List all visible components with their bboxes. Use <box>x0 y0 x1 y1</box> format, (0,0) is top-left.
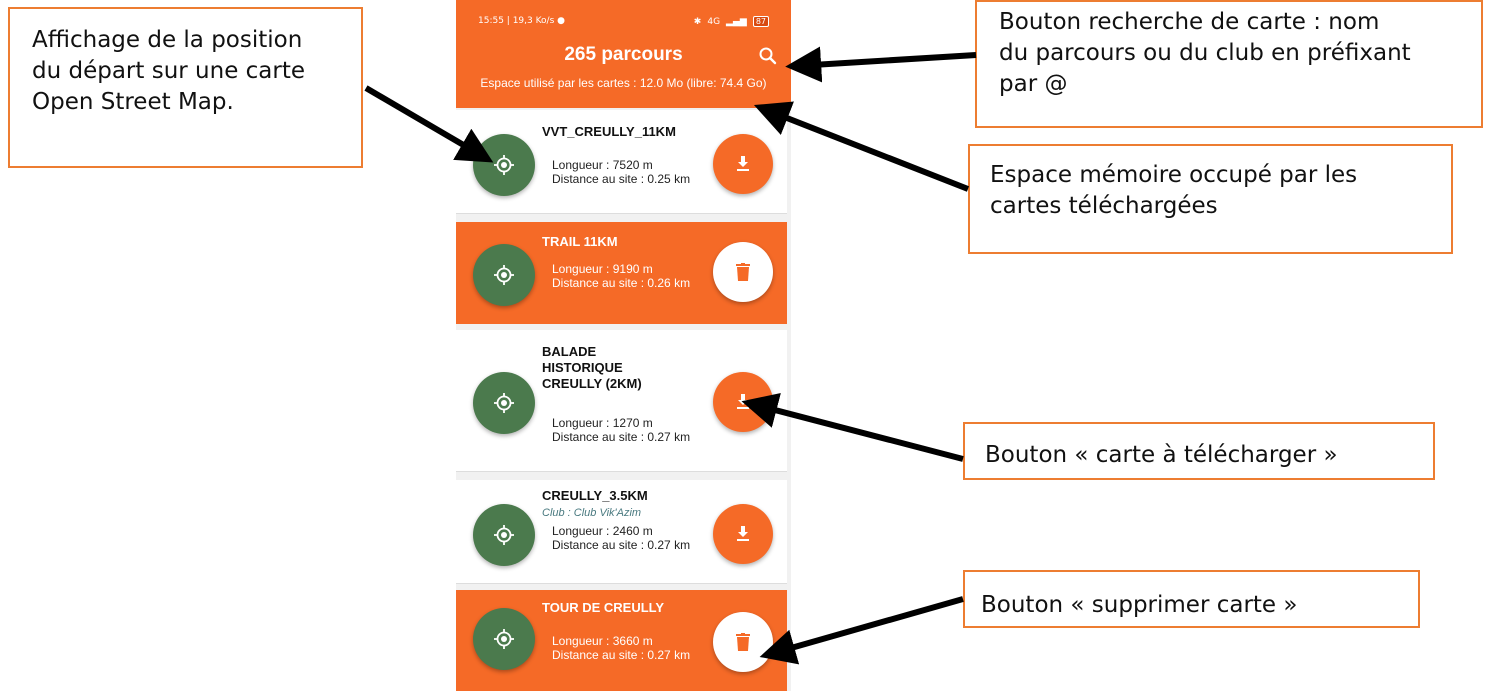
arrow-to-delete-button <box>759 596 964 665</box>
arrow-to-storage-text <box>753 101 970 192</box>
arrow-to-locate-button <box>364 85 494 163</box>
arrow-to-search-button <box>785 46 977 83</box>
annotation-arrows <box>364 46 977 665</box>
arrow-to-download-button <box>741 392 964 462</box>
